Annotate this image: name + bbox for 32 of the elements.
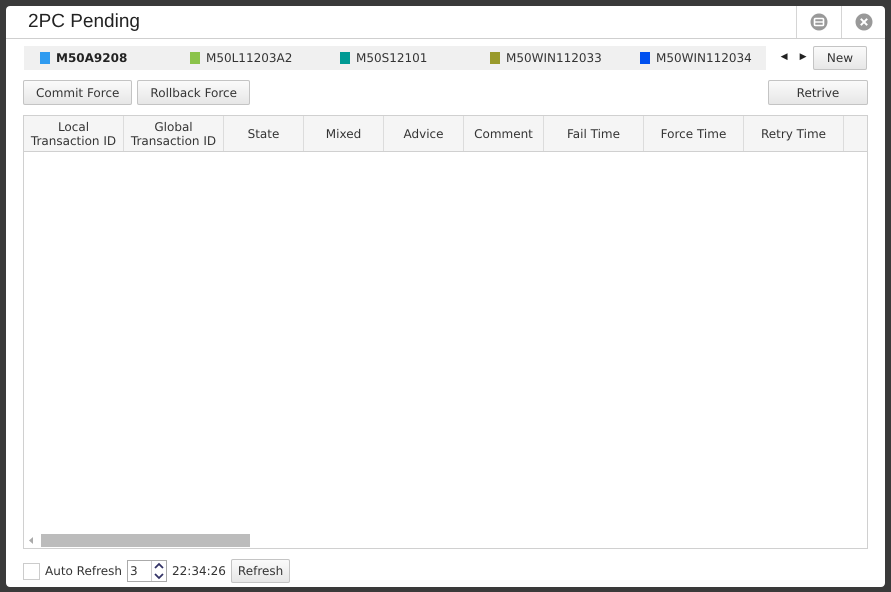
column-header[interactable]: State — [224, 116, 304, 151]
column-header[interactable]: Mixed — [304, 116, 384, 151]
next-tab-button[interactable]: ▶ — [797, 51, 810, 65]
auto-refresh-label: Auto Refresh — [45, 563, 122, 580]
column-header[interactable]: Advice — [384, 116, 464, 151]
retrieve-button[interactable]: Retrive — [768, 80, 868, 105]
server-tab[interactable]: M50WIN112033 — [490, 49, 640, 67]
interval-spinner[interactable]: 3 — [127, 560, 167, 582]
scroll-left-icon — [29, 537, 33, 544]
new-button[interactable]: New — [813, 46, 867, 70]
action-button[interactable]: Commit Force — [23, 80, 132, 105]
server-tab[interactable]: M50S12101 — [340, 49, 490, 67]
column-header[interactable]: Force Time — [644, 116, 744, 151]
column-header[interactable]: Retry Time — [744, 116, 844, 151]
server-tab[interactable]: M50L11203A2 — [190, 49, 340, 67]
column-header[interactable]: Local Transaction ID — [24, 116, 124, 151]
caret-up-icon[interactable] — [152, 561, 166, 571]
close-icon — [854, 13, 872, 31]
server-tab[interactable]: M50A9208 — [40, 49, 190, 67]
column-header[interactable]: Comment — [464, 116, 544, 151]
minimize-icon — [810, 13, 828, 31]
auto-refresh-checkbox[interactable] — [23, 562, 40, 580]
column-header[interactable]: Fail Time — [544, 116, 644, 151]
refresh-time: 22:34:26 — [172, 563, 226, 580]
scrollbar-thumb[interactable] — [41, 534, 250, 547]
column-header[interactable]: Global Transaction ID — [124, 116, 224, 151]
caret-down-icon[interactable] — [152, 571, 166, 581]
window-title: 2PC Pending — [27, 10, 141, 34]
server-tab[interactable]: M50WIN112034 — [640, 49, 752, 67]
action-button[interactable]: Rollback Force — [137, 80, 250, 105]
previous-tab-button[interactable]: ◀ — [778, 51, 790, 65]
refresh-button[interactable]: Refresh — [230, 559, 290, 583]
